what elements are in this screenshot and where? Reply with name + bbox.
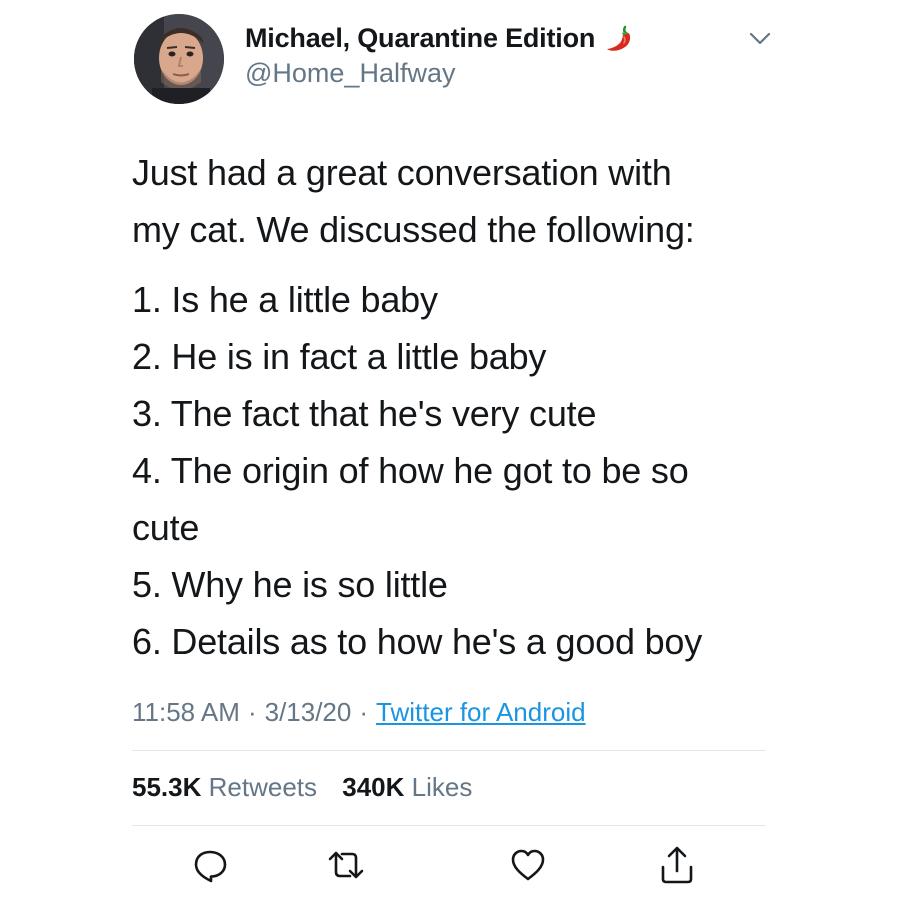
list-item: 4. The origin of how he got to be so: [132, 450, 689, 491]
engagement-stats: 55.3K Retweets 340K Likes: [132, 772, 490, 803]
avatar[interactable]: [134, 14, 224, 104]
divider: [132, 825, 766, 826]
retweet-icon: [328, 851, 364, 879]
list-item: 3. The fact that he's very cute: [132, 393, 597, 434]
likes-stat[interactable]: 340K Likes: [342, 772, 472, 802]
retweets-stat[interactable]: 55.3K Retweets: [132, 772, 317, 802]
list-item: cute: [132, 507, 200, 548]
likes-label: Likes: [411, 772, 473, 802]
divider: [132, 750, 766, 751]
likes-count: 340K: [342, 772, 405, 802]
reply-icon: [194, 850, 227, 883]
tweet-text: Just had a great conversation with my ca…: [132, 144, 792, 670]
heart-icon: [511, 849, 545, 881]
user-handle[interactable]: @Home_Halfway: [245, 58, 455, 89]
reply-button[interactable]: [190, 845, 230, 885]
share-button[interactable]: [657, 845, 697, 885]
retweets-count: 55.3K: [132, 772, 202, 802]
like-button[interactable]: [508, 845, 548, 885]
tweet-meta: 11:58 AM · 3/13/20 · Twitter for Android: [132, 697, 586, 728]
retweet-button[interactable]: [326, 845, 366, 885]
share-icon: [661, 846, 693, 884]
chevron-down-icon[interactable]: [748, 30, 772, 48]
list-item: 5. Why he is so little: [132, 564, 448, 605]
retweets-label: Retweets: [208, 772, 318, 802]
hot-pepper-icon: [603, 22, 635, 54]
list-item: 2. He is in fact a little baby: [132, 336, 547, 377]
source-link[interactable]: Twitter for Android: [376, 697, 586, 727]
action-bar: [0, 845, 900, 885]
separator: ·: [247, 697, 257, 727]
name-row: Michael, Quarantine Edition: [245, 22, 635, 54]
list-item: 6. Details as to how he's a good boy: [132, 621, 703, 662]
tweet-time[interactable]: 11:58 AM: [132, 697, 240, 727]
tweet-date[interactable]: 3/13/20: [265, 697, 352, 727]
separator: ·: [359, 697, 369, 727]
tweet-line: my cat. We discussed the following:: [132, 209, 695, 250]
discussion-list: 1. Is he a little baby 2. He is in fact …: [132, 271, 792, 670]
tweet-line: Just had a great conversation with: [132, 152, 672, 193]
list-item: 1. Is he a little baby: [132, 279, 438, 320]
display-name[interactable]: Michael, Quarantine Edition: [245, 23, 595, 54]
tweet-intro: Just had a great conversation with my ca…: [132, 144, 792, 258]
tweet-card: Michael, Quarantine Edition @Home_Halfwa…: [0, 0, 900, 900]
